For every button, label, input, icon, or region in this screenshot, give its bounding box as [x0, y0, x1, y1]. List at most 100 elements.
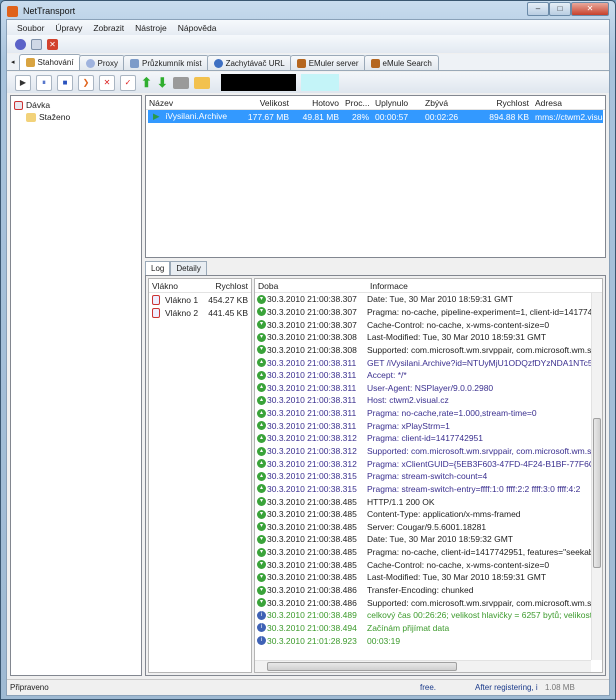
log-row[interactable]: i 30.3.2010 21:00:38.489 celkový čas 00:26…: [255, 609, 602, 622]
magnifier-icon: [213, 58, 223, 68]
col-velikost[interactable]: Velikost: [242, 98, 292, 108]
menu-nastroje[interactable]: Nástroje: [135, 23, 167, 33]
log-list-header: Doba Informace: [255, 279, 602, 293]
log-row[interactable]: ▾ 30.3.2010 21:00:38.485 HTTP/1.1 200 OK: [255, 495, 602, 508]
log-row[interactable]: ▾ 30.3.2010 21:00:38.308 Last-Modified: Tu…: [255, 331, 602, 344]
log-time: 30.3.2010 21:00:38.311: [267, 370, 357, 381]
app-icon: [7, 5, 18, 17]
log-row[interactable]: ▴ 30.3.2010 21:00:38.311 Accept: */*: [255, 369, 602, 382]
tabs-scroll-left-icon[interactable]: ◂: [11, 58, 15, 66]
menu-soubor[interactable]: Soubor: [17, 23, 44, 33]
log-row[interactable]: ▾ 30.3.2010 21:00:38.485 Server: Cougar/9.…: [255, 521, 602, 534]
log-row[interactable]: ▴ 30.3.2010 21:00:38.315 Pragma: stream-sw…: [255, 483, 602, 496]
log-row[interactable]: ▾ 30.3.2010 21:00:38.485 Content-Type: app…: [255, 508, 602, 521]
tab-pruzkumnik[interactable]: Průzkumník míst: [123, 55, 209, 70]
menu-zobrazit[interactable]: Zobrazit: [93, 23, 124, 33]
open-folder-gray-icon[interactable]: [172, 76, 189, 89]
log-row[interactable]: ▴ 30.3.2010 21:00:38.311 Host: ctwm2.visua…: [255, 394, 602, 407]
log-horizontal-scrollbar[interactable]: [255, 660, 591, 672]
log-time: 30.3.2010 21:00:38.494: [267, 622, 357, 633]
log-row[interactable]: ▾ 30.3.2010 21:00:38.485 Last-Modified: Tu…: [255, 571, 602, 584]
log-row[interactable]: i 30.3.2010 21:01:28.923 00:03:19: [255, 634, 602, 647]
tree-item-stazeno[interactable]: Staženo: [14, 111, 138, 123]
log-row[interactable]: ▾ 30.3.2010 21:00:38.307 Date: Tue, 30 Mar…: [255, 293, 602, 306]
redacted-box: [220, 74, 296, 91]
move-up-icon[interactable]: ⬆: [141, 75, 152, 91]
tab-detaily[interactable]: Detaily: [170, 261, 207, 276]
log-row[interactable]: ▴ 30.3.2010 21:00:38.311 Pragma: xPlayStrm…: [255, 419, 602, 432]
log-row[interactable]: ▴ 30.3.2010 21:00:38.311 User-Agent: NSPla…: [255, 381, 602, 394]
scroll-thumb[interactable]: [593, 418, 601, 568]
hscroll-thumb[interactable]: [267, 662, 457, 671]
log-row[interactable]: ▴ 30.3.2010 21:00:38.311 Pragma: no-cache,…: [255, 407, 602, 420]
col-zbyva[interactable]: Zbývá: [422, 98, 482, 108]
log-message: Pragma: stream-switch-count=4: [367, 471, 488, 482]
move-down-icon[interactable]: ⬇: [157, 75, 168, 91]
log-time: 30.3.2010 21:00:38.311: [267, 420, 357, 431]
col-hotovo[interactable]: Hotovo: [292, 98, 342, 108]
log-row[interactable]: ▴ 30.3.2010 21:00:38.311 GET /iVysilani.Ar…: [255, 356, 602, 369]
log-row[interactable]: ▾ 30.3.2010 21:00:38.307 Pragma: no-cache,…: [255, 306, 602, 319]
thread-name: Vlákno 2: [165, 307, 199, 318]
log-row[interactable]: ▴ 30.3.2010 21:00:38.312 Supported: com.mi…: [255, 445, 602, 458]
pause-button[interactable]: ⏸: [36, 74, 52, 91]
tree-item-davka[interactable]: Dávka: [14, 99, 138, 111]
close-button[interactable]: ✕: [571, 2, 609, 16]
col-doba[interactable]: Doba: [255, 281, 367, 291]
info-icon: i: [257, 610, 266, 620]
log-time: 30.3.2010 21:00:38.486: [267, 585, 357, 596]
status-free: free.: [420, 683, 437, 692]
col-thread-rychlost[interactable]: Rychlost: [203, 281, 251, 291]
log-row[interactable]: ▾ 30.3.2010 21:00:38.485 Pragma: no-cache,…: [255, 546, 602, 559]
exit-icon[interactable]: ✕: [47, 38, 58, 50]
menu-upravy[interactable]: Úpravy: [55, 23, 82, 33]
log-row[interactable]: ▾ 30.3.2010 21:00:38.486 Transfer-Encoding…: [255, 584, 602, 597]
log-row[interactable]: ▴ 30.3.2010 21:00:38.315 Pragma: stream-sw…: [255, 470, 602, 483]
log-row[interactable]: ▴ 30.3.2010 21:00:38.312 Pragma: client-id…: [255, 432, 602, 445]
request-arrow-icon: ▴: [257, 421, 266, 431]
col-informace[interactable]: Informace: [367, 281, 411, 291]
log-row[interactable]: i 30.3.2010 21:00:38.494 Začínám přijímat …: [255, 622, 602, 635]
log-message: Pragma: xPlayStrm=1: [367, 420, 450, 431]
col-uplynulo[interactable]: Uplynulo: [372, 98, 422, 108]
col-adresa[interactable]: Adresa: [532, 98, 602, 108]
col-nazev[interactable]: Název: [146, 98, 242, 108]
log-row[interactable]: ▾ 30.3.2010 21:00:38.486 Supported: com.mi…: [255, 596, 602, 609]
request-arrow-icon: ▴: [257, 433, 266, 443]
delete-button[interactable]: ✕: [99, 74, 115, 91]
download-row[interactable]: ▶ iVysilani.Archive 177.67 MB 49.81 MB 28…: [148, 110, 603, 123]
settings-gear-icon[interactable]: [15, 38, 26, 50]
request-arrow-icon: ▴: [257, 471, 266, 481]
log-row[interactable]: ▾ 30.3.2010 21:00:38.485 Date: Tue, 30 Mar…: [255, 533, 602, 546]
col-proc[interactable]: Proc...: [342, 98, 372, 108]
thread-row[interactable]: Vlákno 2 441.45 KB: [149, 306, 251, 319]
col-rychlost[interactable]: Rychlost: [482, 98, 532, 108]
open-folder-icon[interactable]: [193, 76, 210, 89]
menu-napoveda[interactable]: Nápověda: [178, 23, 217, 33]
start-button[interactable]: ▶: [15, 74, 31, 91]
stop-button[interactable]: ■: [57, 74, 73, 91]
window-title: NetTransport: [23, 6, 76, 16]
minimize-button[interactable]: –: [527, 2, 549, 16]
new-download-button[interactable]: ❯: [78, 74, 94, 91]
tab-log[interactable]: Log: [145, 261, 171, 276]
log-row[interactable]: ▾ 30.3.2010 21:00:38.308 Supported: com.mi…: [255, 344, 602, 357]
col-vlakno[interactable]: Vlákno: [149, 281, 203, 291]
log-message: Supported: com.microsoft.wm.srvppair, co…: [367, 344, 602, 355]
maximize-button[interactable]: □: [549, 2, 571, 16]
log-message: Content-Type: application/x-mms-framed: [367, 509, 521, 520]
tab-zachytavac[interactable]: Zachytávač URL: [206, 55, 292, 70]
log-vertical-scrollbar[interactable]: [591, 293, 602, 660]
tab-emule-search[interactable]: eMule Search: [363, 55, 439, 70]
tab-proxy[interactable]: Proxy: [78, 55, 125, 70]
log-message: GET /iVysilani.Archive?id=NTUyMjU1ODQzfD…: [367, 357, 602, 368]
info-window-icon[interactable]: [31, 38, 42, 50]
request-arrow-icon: ▴: [257, 395, 266, 405]
log-row[interactable]: ▾ 30.3.2010 21:00:38.485 Cache-Control: no…: [255, 558, 602, 571]
tab-emuler-server[interactable]: EMuler server: [289, 55, 366, 70]
check-button[interactable]: ✓: [120, 74, 136, 91]
log-row[interactable]: ▴ 30.3.2010 21:00:38.312 Pragma: xClientGU…: [255, 457, 602, 470]
thread-row[interactable]: Vlákno 1 454.27 KB: [149, 293, 251, 306]
tab-stahovani[interactable]: Stahování: [18, 54, 81, 70]
log-row[interactable]: ▾ 30.3.2010 21:00:38.307 Cache-Control: no…: [255, 318, 602, 331]
